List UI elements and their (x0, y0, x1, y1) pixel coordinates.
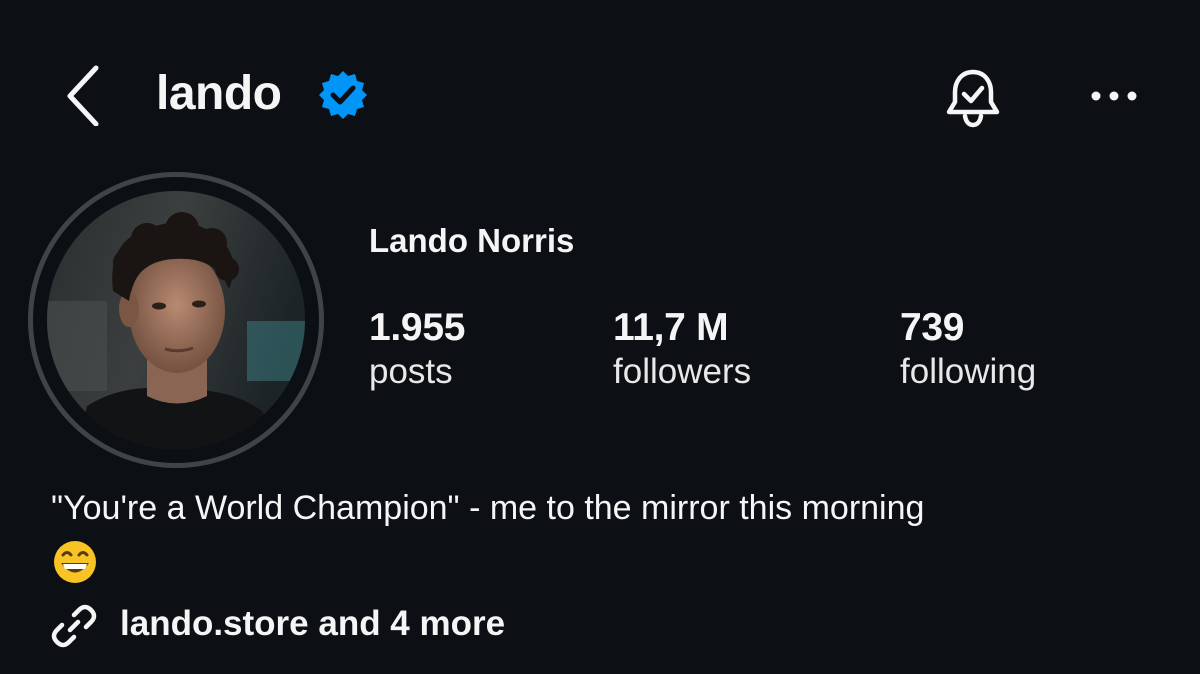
profile-full-name: Lando Norris (369, 222, 575, 259)
link-icon (48, 600, 100, 652)
back-chevron-icon (67, 65, 99, 127)
profile-links[interactable]: lando.store and 4 more (120, 600, 505, 648)
following-count-value: 739 (900, 306, 965, 349)
followers-count-value: 11,7 M (613, 306, 729, 349)
posts-count-label: posts (369, 352, 453, 391)
verified-badge-icon (318, 70, 368, 120)
notifications-button[interactable] (940, 64, 1006, 130)
following-count[interactable]: 739 following (900, 305, 1036, 393)
followers-count-label: followers (613, 352, 752, 391)
profile-bio: "You're a World Champion" - me to the mi… (51, 489, 925, 527)
posts-count-value: 1.955 (369, 306, 466, 349)
following-count-label: following (900, 352, 1037, 391)
more-options-button[interactable] (1086, 76, 1142, 116)
back-button[interactable] (58, 62, 106, 127)
header-username: lando (156, 67, 282, 120)
profile-photo (47, 191, 305, 449)
profile-avatar[interactable] (47, 191, 305, 449)
posts-count[interactable]: 1.955 posts (369, 305, 465, 393)
grinning-face-emoji-icon (51, 538, 99, 586)
more-options-icon (1091, 91, 1137, 101)
followers-count[interactable]: 11,7 M followers (613, 305, 751, 393)
notification-bell-icon (946, 69, 1000, 128)
